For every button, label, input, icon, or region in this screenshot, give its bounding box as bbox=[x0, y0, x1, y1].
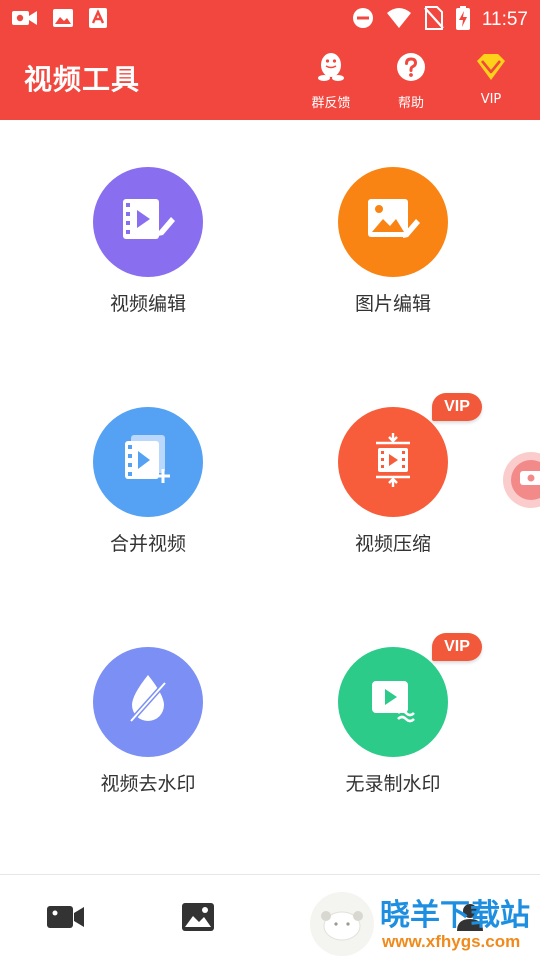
tool-video-merge-label: 合并视频 bbox=[109, 533, 186, 555]
vip-button[interactable]: VIP bbox=[462, 50, 520, 111]
help-button[interactable]: 帮助 bbox=[382, 50, 440, 111]
app-icon bbox=[88, 7, 108, 33]
nav-gallery[interactable] bbox=[178, 899, 218, 939]
page-title: 视频工具 bbox=[24, 63, 141, 96]
vip-diamond-icon bbox=[474, 50, 508, 88]
tool-video-edit-circle bbox=[93, 167, 203, 277]
video-compress-icon bbox=[362, 429, 424, 495]
sheep-logo-icon bbox=[310, 892, 374, 956]
tool-remove-watermark-label: 视频去水印 bbox=[100, 773, 196, 795]
tool-no-record-watermark-circle: VIP bbox=[338, 633, 482, 757]
vip-badge: VIP bbox=[432, 393, 482, 421]
status-bar: 11:57 bbox=[0, 0, 540, 36]
site-watermark: 晓羊下载站 www.xfhygs.com bbox=[310, 888, 540, 960]
video-merge-icon bbox=[117, 429, 179, 495]
watermark-url: www.xfhygs.com bbox=[382, 932, 521, 951]
tool-grid: 视频编辑 图片编辑 合并视频 VIP 视频压缩 视频去水印 VIP 无录制水印 bbox=[0, 120, 540, 870]
help-question-icon bbox=[394, 50, 428, 88]
tool-video-merge-circle bbox=[93, 407, 203, 517]
tool-video-edit-label: 视频编辑 bbox=[109, 293, 186, 315]
watermark-site-name: 晓羊下载站 bbox=[380, 898, 530, 933]
tool-video-compress-circle: VIP bbox=[338, 393, 482, 517]
image-icon bbox=[52, 8, 74, 32]
video-camera-icon bbox=[47, 904, 85, 934]
tool-video-edit[interactable]: 视频编辑 bbox=[48, 167, 248, 367]
header: 11:57 视频工具 群反馈 帮助 VIP bbox=[0, 0, 540, 120]
battery-charging-icon bbox=[455, 6, 470, 34]
camera-icon bbox=[520, 470, 540, 490]
group-feedback-label: 群反馈 bbox=[311, 96, 351, 111]
help-label: 帮助 bbox=[397, 96, 424, 111]
vip-label: VIP bbox=[480, 92, 502, 107]
tool-image-edit-label: 图片编辑 bbox=[354, 293, 431, 315]
tool-no-record-watermark-label: 无录制水印 bbox=[345, 773, 441, 795]
dnd-icon bbox=[352, 7, 374, 33]
tool-video-compress-label: 视频压缩 bbox=[354, 533, 431, 555]
image-edit-icon bbox=[362, 189, 424, 255]
tool-remove-watermark-circle bbox=[93, 647, 203, 757]
status-time: 11:57 bbox=[481, 9, 528, 30]
group-feedback-button[interactable]: 群反馈 bbox=[302, 50, 360, 111]
wifi-icon bbox=[386, 7, 412, 33]
vip-badge: VIP bbox=[432, 633, 482, 661]
remove-watermark-icon bbox=[117, 669, 179, 735]
screen: 11:57 视频工具 群反馈 帮助 VIP 视频编辑 图片编辑 合并视频 VIP… bbox=[0, 0, 540, 960]
tool-image-edit-circle bbox=[338, 167, 448, 277]
tool-remove-watermark[interactable]: 视频去水印 bbox=[48, 647, 248, 847]
video-edit-icon bbox=[117, 189, 179, 255]
no-record-watermark-icon bbox=[362, 669, 424, 735]
app-bar: 视频工具 群反馈 帮助 VIP bbox=[0, 36, 540, 120]
tool-no-record-watermark[interactable]: VIP 无录制水印 bbox=[293, 633, 493, 847]
no-sim-icon bbox=[424, 6, 444, 34]
tool-video-compress[interactable]: VIP 视频压缩 bbox=[293, 393, 493, 607]
nav-video[interactable] bbox=[46, 899, 86, 939]
gallery-icon bbox=[181, 902, 215, 936]
video-record-icon bbox=[12, 8, 38, 32]
qq-penguin-icon bbox=[314, 50, 348, 88]
tool-image-edit[interactable]: 图片编辑 bbox=[293, 167, 493, 367]
tool-video-merge[interactable]: 合并视频 bbox=[48, 407, 248, 607]
